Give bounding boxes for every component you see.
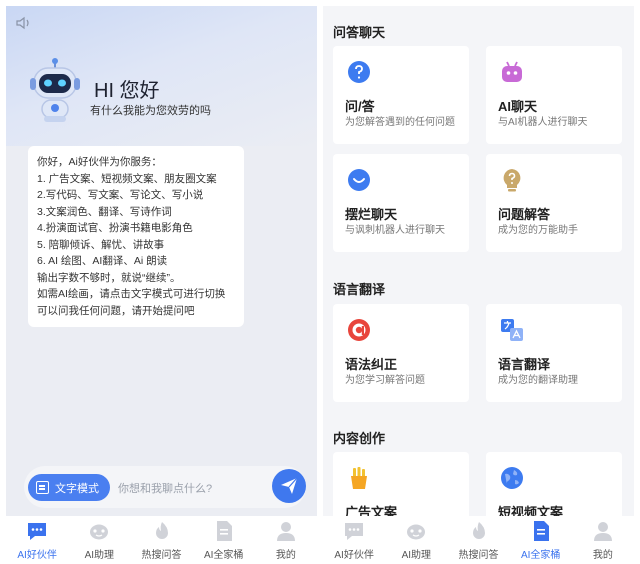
robot-face-icon bbox=[407, 524, 426, 540]
tab-label: AI助理 bbox=[84, 550, 115, 561]
robot-avatar-icon bbox=[30, 58, 80, 122]
letter-a-circle-icon bbox=[348, 319, 370, 341]
greeting-title: HI 您好 bbox=[94, 80, 160, 102]
card-desc: 成为您的万能助手 bbox=[498, 225, 578, 236]
send-button[interactable] bbox=[272, 469, 306, 503]
intro-line: 3.文案润色、翻译、写诗作词 bbox=[37, 205, 172, 218]
intro-line: 1. 广告文案、短视频文案、朋友圈文案 bbox=[37, 172, 217, 185]
chat-bubble-icon bbox=[345, 523, 364, 540]
question-circle-icon bbox=[348, 61, 370, 83]
tab-profile[interactable]: 我的 bbox=[572, 516, 634, 562]
card-title: 摆烂聊天 bbox=[345, 207, 398, 222]
bottom-tab-bar: AI好伙伴 AI助理 热搜问答 AI全家桶 我的 bbox=[6, 516, 317, 562]
intro-line: 6. AI 绘图、AI翻译、Ai 朗读 bbox=[37, 255, 168, 267]
tab-ai-partner[interactable]: AI好伙伴 bbox=[323, 516, 385, 562]
chat-bubble-icon bbox=[28, 523, 47, 540]
tab-ai-partner[interactable]: AI好伙伴 bbox=[6, 516, 68, 562]
tab-label: 热搜问答 bbox=[458, 550, 499, 561]
tab-label: AI助理 bbox=[401, 550, 432, 561]
card-desc: 为您解答遇到的任何问题 bbox=[345, 117, 455, 128]
card-title: 语言翻译 bbox=[498, 357, 551, 372]
card-problem-solving[interactable]: 问题解答 成为您的万能助手 bbox=[486, 154, 622, 252]
tab-hot-qa[interactable]: 热搜问答 bbox=[447, 516, 509, 562]
person-icon bbox=[276, 522, 295, 541]
card-grammar-correction[interactable]: 语法纠正 为您学习解答问题 bbox=[333, 304, 469, 402]
tab-label: 我的 bbox=[592, 550, 613, 561]
tab-label: 我的 bbox=[275, 550, 296, 561]
card-desc: 与AI机器人进行聊天 bbox=[498, 117, 588, 128]
intro-line: 输出字数不够时，就说“继续”。 bbox=[37, 271, 181, 284]
flame-icon bbox=[155, 522, 168, 539]
card-ai-chat[interactable]: AI聊天 与AI机器人进行聊天 bbox=[486, 46, 622, 144]
tab-profile[interactable]: 我的 bbox=[255, 516, 317, 562]
tab-label: AI好伙伴 bbox=[17, 550, 57, 561]
globe-icon bbox=[501, 467, 523, 489]
bottom-tab-bar: AI好伙伴 AI助理 热搜问答 AI全家桶 我的 bbox=[323, 516, 634, 562]
ai-suite-screen: 问答聊天 问/答 为您解答遇到的任何问题 AI聊天 与AI机器人进行聊天 摆烂聊… bbox=[323, 6, 634, 562]
intro-line: 你好，Ai好伙伴为你服务： bbox=[37, 156, 162, 168]
person-icon bbox=[593, 522, 612, 541]
intro-line: 2.写代码、写文案、写论文、写小说 bbox=[37, 189, 204, 201]
card-language-translation[interactable]: 语言翻译 成为您的翻译助理 bbox=[486, 304, 622, 402]
card-desc: 成为您的翻译助理 bbox=[498, 375, 578, 386]
lightbulb-question-icon bbox=[503, 169, 521, 192]
fries-icon bbox=[351, 467, 367, 489]
tab-ai-suite[interactable]: AI全家桶 bbox=[193, 516, 255, 562]
section-title: 语言翻译 bbox=[333, 282, 386, 297]
card-title: 问题解答 bbox=[498, 207, 551, 222]
card-sarcastic-chat[interactable]: 摆烂聊天 与讽刺机器人进行聊天 bbox=[333, 154, 469, 252]
intro-line: 可以问我任何问题，请开始提问吧 bbox=[37, 304, 195, 317]
tab-label: AI好伙伴 bbox=[334, 550, 374, 561]
message-input[interactable]: 你想和我聊点什么? bbox=[118, 480, 212, 496]
document-icon bbox=[216, 521, 232, 541]
card-title: 问/答 bbox=[345, 99, 375, 114]
document-icon bbox=[533, 521, 549, 541]
card-desc: 为您学习解答问题 bbox=[345, 375, 425, 386]
card-title: 语法纠正 bbox=[345, 357, 398, 372]
intro-message-bubble: 你好，Ai好伙伴为你服务： 1. 广告文案、短视频文案、朋友圈文案 2.写代码、… bbox=[28, 146, 244, 327]
tab-label: AI全家桶 bbox=[203, 550, 244, 561]
card-desc: 与讽刺机器人进行聊天 bbox=[345, 225, 445, 236]
paper-plane-icon bbox=[281, 477, 298, 494]
intro-line: 如需AI绘画，请点击文字模式可进行切换 bbox=[37, 288, 226, 300]
tab-label: AI全家桶 bbox=[520, 550, 561, 561]
section-title: 问答聊天 bbox=[333, 25, 386, 40]
smile-circle-icon bbox=[348, 169, 370, 191]
card-title: AI聊天 bbox=[498, 99, 538, 114]
tab-hot-qa[interactable]: 热搜问答 bbox=[130, 516, 192, 562]
tab-ai-assistant[interactable]: AI助理 bbox=[385, 516, 447, 562]
tab-ai-suite[interactable]: AI全家桶 bbox=[510, 516, 572, 562]
text-mode-icon bbox=[36, 481, 49, 494]
text-mode-button[interactable]: 文字模式 bbox=[28, 474, 110, 501]
robot-face-icon bbox=[90, 524, 109, 540]
intro-line: 5. 陪聊倾诉、解忧、讲故事 bbox=[37, 238, 165, 251]
section-title: 内容创作 bbox=[333, 431, 386, 446]
speaker-icon[interactable] bbox=[16, 16, 32, 30]
message-input-bar: 文字模式 你想和我聊点什么? bbox=[24, 466, 306, 508]
robot-icon bbox=[502, 61, 522, 82]
tab-ai-assistant[interactable]: AI助理 bbox=[68, 516, 130, 562]
tab-label: 热搜问答 bbox=[141, 550, 182, 561]
flame-icon bbox=[472, 522, 485, 539]
card-qa[interactable]: 问/答 为您解答遇到的任何问题 bbox=[333, 46, 469, 144]
intro-line: 4.扮演面试官、扮演书籍电影角色 bbox=[37, 222, 193, 234]
chat-screen: HI 您好 有什么我能为您效劳的吗 你好，Ai好伙伴为你服务： 1. 广告文案、… bbox=[6, 6, 317, 562]
text-mode-label: 文字模式 bbox=[55, 482, 99, 495]
greeting-subtitle: 有什么我能为您效劳的吗 bbox=[90, 105, 211, 117]
translate-icon bbox=[501, 319, 523, 341]
